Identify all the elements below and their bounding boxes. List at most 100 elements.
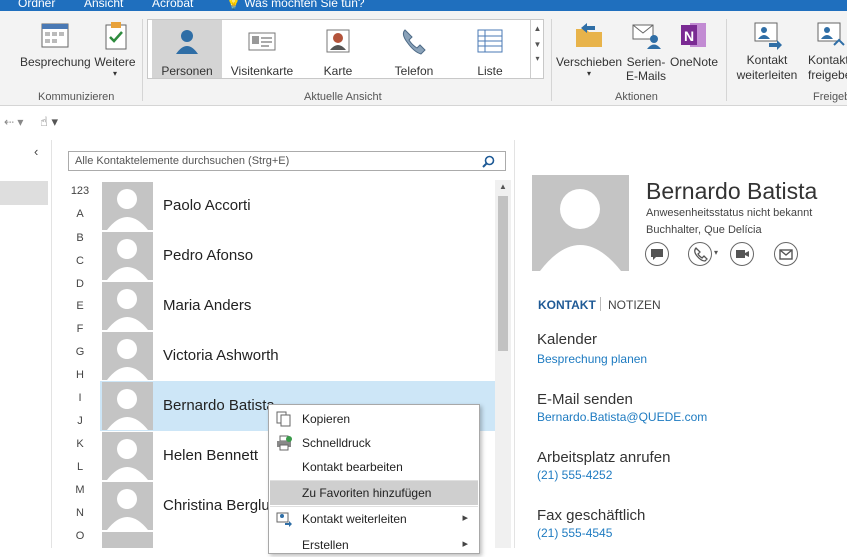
meeting-button[interactable]: Besprechung <box>20 19 91 69</box>
forward-contact-button[interactable]: Kontakt weiterleiten <box>730 19 804 83</box>
menu-item-label: Erstellen <box>302 538 349 552</box>
group-label-aktionen: Aktionen <box>615 91 658 103</box>
im-button[interactable] <box>645 242 669 266</box>
view-liste[interactable]: Liste <box>454 20 526 78</box>
avatar <box>102 482 153 530</box>
menu-ansicht[interactable]: Ansicht <box>84 0 123 10</box>
video-icon <box>736 250 749 258</box>
index-letter[interactable]: O <box>70 530 90 542</box>
search-placeholder: Alle Kontaktelemente durchsuchen (Strg+E… <box>75 155 290 167</box>
gallery-expand-icon[interactable]: ▾ <box>531 54 544 63</box>
gallery-up-icon[interactable]: ▲ <box>531 24 544 33</box>
index-letter[interactable]: B <box>70 232 90 244</box>
view-label: Telefon <box>394 64 434 78</box>
meeting-label: Besprechung <box>20 55 91 69</box>
index-letter[interactable]: D <box>70 278 90 290</box>
person-silhouette-icon <box>107 239 148 280</box>
move-button[interactable]: Verschieben ▾ <box>556 19 622 78</box>
index-letter[interactable]: K <box>70 438 90 450</box>
menu-item-edit-contact[interactable]: Kontakt bearbeiten <box>270 455 478 479</box>
fax-link[interactable]: (21) 555-4545 <box>537 526 612 540</box>
more-button[interactable]: Weitere ▾ <box>92 19 138 78</box>
tell-me-box[interactable]: 💡 Was möchten Sie tun? <box>226 0 365 10</box>
index-letter[interactable]: G <box>70 346 90 358</box>
mail-merge-icon <box>632 24 661 49</box>
collapse-pane-icon[interactable]: ‹ <box>34 144 38 159</box>
onenote-button[interactable]: N OneNote <box>668 19 720 69</box>
gallery-down-icon[interactable]: ▼ <box>531 40 544 49</box>
contact-card-icon <box>326 29 350 53</box>
tab-notizen[interactable]: NOTIZEN <box>608 298 661 312</box>
index-letter[interactable]: 123 <box>70 185 90 197</box>
gallery-scroll[interactable]: ▲ ▼ ▾ <box>530 20 544 78</box>
printer-icon <box>277 435 292 451</box>
work-phone-link[interactable]: (21) 555-4252 <box>537 468 612 482</box>
avatar <box>102 182 153 230</box>
menu-item-label: Kontakt weiterleiten <box>302 512 407 526</box>
calendar-heading: Kalender <box>537 331 598 348</box>
index-letter[interactable]: I <box>70 392 90 404</box>
menu-item-add-to-favorites[interactable]: Zu Favoriten hinzufügen <box>270 481 478 505</box>
tab-divider <box>600 297 601 311</box>
scrollbar-thumb[interactable] <box>498 196 508 351</box>
forward-contact-icon <box>754 22 782 50</box>
menu-ordner[interactable]: Ordner <box>18 0 55 10</box>
group-label-freigeben: Freigeb <box>813 91 847 103</box>
share-contact-label-1: Kontakt <box>808 53 847 67</box>
menu-item-quick-print[interactable]: Schnelldruck <box>270 431 478 455</box>
menu-acrobat[interactable]: Acrobat <box>152 0 193 10</box>
menu-bar: Ordner Ansicht Acrobat 💡 Was möchten Sie… <box>0 0 847 11</box>
index-letter[interactable]: C <box>70 255 90 267</box>
send-email-heading: E-Mail senden <box>537 391 633 408</box>
index-letter[interactable]: J <box>70 415 90 427</box>
mail-merge-button[interactable]: Serien- E-Mails <box>624 19 668 83</box>
avatar <box>102 332 153 380</box>
index-letter[interactable]: A <box>70 208 90 220</box>
email-link[interactable]: Bernardo.Batista@QUEDE.com <box>537 410 707 424</box>
share-contact-button[interactable]: Kontakt freigebe <box>804 19 847 83</box>
index-letter[interactable]: H <box>70 369 90 381</box>
scroll-up-icon[interactable]: ▲ <box>495 182 511 191</box>
index-letter[interactable]: M <box>70 484 90 496</box>
search-input[interactable]: Alle Kontaktelemente durchsuchen (Strg+E… <box>68 151 506 171</box>
phone-icon <box>694 247 708 262</box>
selected-folder[interactable] <box>0 181 48 205</box>
view-karte[interactable]: Karte <box>303 20 373 78</box>
index-letter[interactable]: E <box>70 300 90 312</box>
menu-item-create[interactable]: Erstellen ▸ <box>270 533 478 557</box>
avatar <box>102 382 153 430</box>
contact-card[interactable]: Pedro Afonso <box>100 231 495 281</box>
view-visitenkarte[interactable]: Visitenkarte <box>226 20 298 78</box>
schedule-meeting-link[interactable]: Besprechung planen <box>537 352 647 366</box>
call-dropdown-icon[interactable]: ▾ <box>714 248 718 257</box>
video-button[interactable] <box>730 242 754 266</box>
view-label: Liste <box>477 64 503 78</box>
mail-icon <box>779 249 793 260</box>
ribbon-separator <box>551 19 552 101</box>
index-letter[interactable]: L <box>70 461 90 473</box>
contact-card[interactable]: Paolo Accorti <box>100 181 495 231</box>
person-silhouette-icon <box>107 189 148 230</box>
touch-mode-icon[interactable]: ☝ ▾ <box>40 114 58 130</box>
contact-photo <box>532 175 629 271</box>
email-button[interactable] <box>774 242 798 266</box>
contact-card[interactable]: Maria Anders <box>100 281 495 331</box>
call-button[interactable] <box>688 242 712 266</box>
menu-item-copy[interactable]: Kopieren <box>270 407 478 431</box>
undo-icon[interactable]: ⇠ ▾ <box>4 115 23 129</box>
view-label: Visitenkarte <box>230 64 294 78</box>
contact-card[interactable]: Victoria Ashworth <box>100 331 495 381</box>
index-letter[interactable]: F <box>70 323 90 335</box>
view-personen[interactable]: Personen <box>152 20 222 78</box>
search-icon[interactable] <box>482 155 495 168</box>
onenote-icon: N <box>681 23 706 47</box>
calendar-icon <box>41 23 69 48</box>
tab-kontakt[interactable]: KONTAKT <box>538 298 596 312</box>
menu-item-forward-contact[interactable]: Kontakt weiterleiten ▸ <box>270 507 478 531</box>
submenu-arrow-icon: ▸ <box>462 512 468 524</box>
view-telefon[interactable]: Telefon <box>378 20 450 78</box>
group-label-aktuelle-ansicht: Aktuelle Ansicht <box>304 91 382 103</box>
forward-contact-icon <box>276 512 292 527</box>
index-letter[interactable]: N <box>70 507 90 519</box>
person-silhouette-icon <box>540 189 621 271</box>
